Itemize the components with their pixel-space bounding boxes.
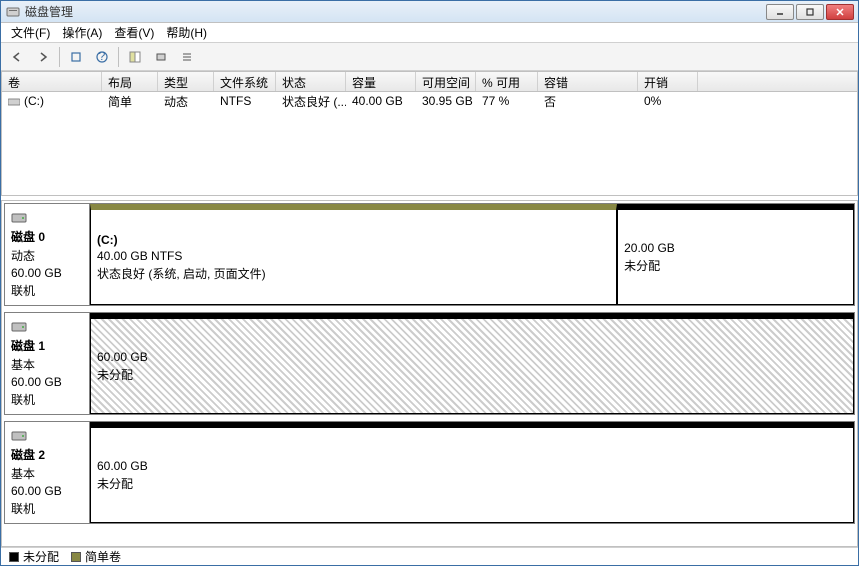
disk-graphical-view: 磁盘 0 动态 60.00 GB 联机 (C:) 40.00 GB NTFS 状态良好 (系… bbox=[1, 200, 858, 547]
col-header-free[interactable]: 可用空间 bbox=[416, 72, 476, 91]
legend-swatch-black bbox=[9, 552, 19, 562]
disk-icon bbox=[11, 210, 27, 226]
partition[interactable]: 60.00 GB 未分配 bbox=[90, 313, 854, 414]
legend-label-simple: 简单卷 bbox=[85, 548, 121, 565]
partition-size: 40.00 GB NTFS bbox=[97, 249, 610, 263]
col-header-status[interactable]: 状态 bbox=[276, 72, 346, 91]
refresh-button[interactable] bbox=[64, 46, 88, 68]
disk-type: 动态 bbox=[11, 247, 83, 264]
partition-label: (C:) bbox=[97, 233, 610, 247]
partition-size: 60.00 GB bbox=[97, 459, 847, 473]
partition[interactable]: (C:) 40.00 GB NTFS 状态良好 (系统, 启动, 页面文件) bbox=[90, 204, 617, 305]
disk-label-panel[interactable]: 磁盘 2 基本 60.00 GB 联机 bbox=[5, 422, 90, 523]
disk-size: 60.00 GB bbox=[11, 375, 83, 389]
vol-capacity: 40.00 GB bbox=[346, 92, 416, 110]
minimize-button[interactable] bbox=[766, 4, 794, 20]
help-button[interactable]: ? bbox=[90, 46, 114, 68]
legend-unallocated: 未分配 bbox=[9, 548, 59, 565]
menubar: 文件(F) 操作(A) 查看(V) 帮助(H) bbox=[1, 23, 858, 43]
vol-fault: 否 bbox=[538, 91, 638, 112]
col-header-pct-free[interactable]: % 可用 bbox=[476, 72, 538, 91]
svg-text:?: ? bbox=[99, 50, 106, 63]
vol-type: 动态 bbox=[158, 91, 214, 112]
back-button[interactable] bbox=[5, 46, 29, 68]
properties-button[interactable] bbox=[123, 46, 147, 68]
disk-icon bbox=[11, 319, 27, 335]
disk-row: 磁盘 0 动态 60.00 GB 联机 (C:) 40.00 GB NTFS 状态良好 (系… bbox=[4, 203, 855, 306]
menu-help[interactable]: 帮助(H) bbox=[160, 22, 213, 43]
vol-status: 状态良好 (... bbox=[276, 91, 346, 112]
col-header-volume[interactable]: 卷 bbox=[2, 72, 102, 91]
menu-file[interactable]: 文件(F) bbox=[5, 22, 56, 43]
vol-layout: 简单 bbox=[102, 91, 158, 112]
partition-status: 未分配 bbox=[97, 366, 847, 383]
disk-type: 基本 bbox=[11, 465, 83, 482]
settings-button[interactable] bbox=[149, 46, 173, 68]
disk-type: 基本 bbox=[11, 356, 83, 373]
partition-size: 60.00 GB bbox=[97, 350, 847, 364]
disk-name: 磁盘 1 bbox=[11, 337, 83, 354]
volume-list-header: 卷 布局 类型 文件系统 状态 容量 可用空间 % 可用 容错 开销 bbox=[2, 72, 857, 92]
legend: 未分配 简单卷 bbox=[1, 547, 858, 565]
col-header-fault[interactable]: 容错 bbox=[538, 72, 638, 91]
disk-partitions: 60.00 GB 未分配 bbox=[90, 313, 854, 414]
partition-size: 20.00 GB bbox=[624, 241, 847, 255]
disk-size: 60.00 GB bbox=[11, 484, 83, 498]
disk-partitions: 60.00 GB 未分配 bbox=[90, 422, 854, 523]
app-icon bbox=[5, 4, 21, 20]
disk-size: 60.00 GB bbox=[11, 266, 83, 280]
volume-list: 卷 布局 类型 文件系统 状态 容量 可用空间 % 可用 容错 开销 (C:)简… bbox=[1, 71, 858, 196]
vol-name: (C:) bbox=[2, 92, 102, 110]
disk-label-panel[interactable]: 磁盘 0 动态 60.00 GB 联机 bbox=[5, 204, 90, 305]
disk-state: 联机 bbox=[11, 500, 83, 517]
toolbar: ? bbox=[1, 43, 858, 71]
disk-row: 磁盘 2 基本 60.00 GB 联机 60.00 GB 未分配 bbox=[4, 421, 855, 524]
col-header-overhead[interactable]: 开销 bbox=[638, 72, 698, 91]
legend-swatch-olive bbox=[71, 552, 81, 562]
disk-name: 磁盘 2 bbox=[11, 446, 83, 463]
col-header-filesystem[interactable]: 文件系统 bbox=[214, 72, 276, 91]
partition-status: 未分配 bbox=[624, 257, 847, 274]
vol-pct: 77 % bbox=[476, 92, 538, 110]
disk-state: 联机 bbox=[11, 391, 83, 408]
col-header-layout[interactable]: 布局 bbox=[102, 72, 158, 91]
partition-status: 状态良好 (系统, 启动, 页面文件) bbox=[97, 265, 610, 282]
toolbar-separator bbox=[118, 47, 119, 67]
disk-state: 联机 bbox=[11, 282, 83, 299]
titlebar: 磁盘管理 bbox=[1, 1, 858, 23]
disk-label-panel[interactable]: 磁盘 1 基本 60.00 GB 联机 bbox=[5, 313, 90, 414]
window-title: 磁盘管理 bbox=[25, 3, 766, 20]
drive-icon bbox=[8, 97, 20, 107]
col-header-capacity[interactable]: 容量 bbox=[346, 72, 416, 91]
partition-status: 未分配 bbox=[97, 475, 847, 492]
disk-icon bbox=[11, 428, 27, 444]
partition[interactable]: 60.00 GB 未分配 bbox=[90, 422, 854, 523]
menu-action[interactable]: 操作(A) bbox=[56, 22, 108, 43]
toolbar-separator bbox=[59, 47, 60, 67]
list-button[interactable] bbox=[175, 46, 199, 68]
disk-row: 磁盘 1 基本 60.00 GB 联机 60.00 GB 未分配 bbox=[4, 312, 855, 415]
vol-overhead: 0% bbox=[638, 92, 698, 110]
content-area: 卷 布局 类型 文件系统 状态 容量 可用空间 % 可用 容错 开销 (C:)简… bbox=[1, 71, 858, 547]
window-controls bbox=[766, 4, 854, 20]
forward-button[interactable] bbox=[31, 46, 55, 68]
disk-name: 磁盘 0 bbox=[11, 228, 83, 245]
partition[interactable]: 20.00 GB 未分配 bbox=[617, 204, 854, 305]
close-button[interactable] bbox=[826, 4, 854, 20]
vol-fs: NTFS bbox=[214, 92, 276, 110]
menu-view[interactable]: 查看(V) bbox=[108, 22, 160, 43]
col-header-type[interactable]: 类型 bbox=[158, 72, 214, 91]
disk-partitions: (C:) 40.00 GB NTFS 状态良好 (系统, 启动, 页面文件) 20.0… bbox=[90, 204, 854, 305]
legend-simple-volume: 简单卷 bbox=[71, 548, 121, 565]
vol-free: 30.95 GB bbox=[416, 92, 476, 110]
volume-row[interactable]: (C:)简单动态NTFS状态良好 (...40.00 GB30.95 GB77 … bbox=[2, 92, 857, 110]
legend-label-unallocated: 未分配 bbox=[23, 548, 59, 565]
maximize-button[interactable] bbox=[796, 4, 824, 20]
